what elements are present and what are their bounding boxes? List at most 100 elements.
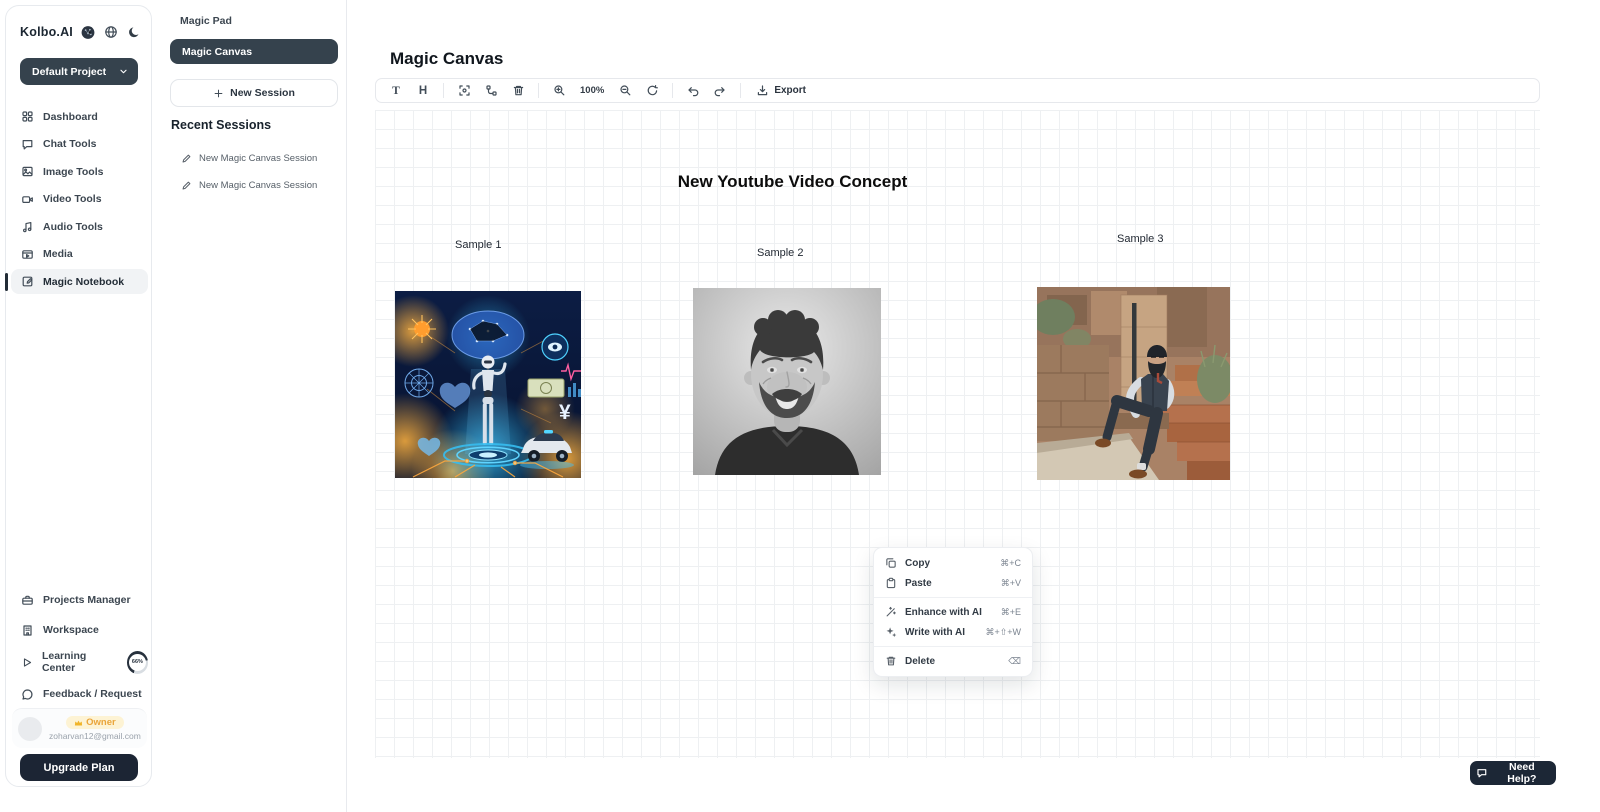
user-email: zoharvan12@gmail.com — [49, 731, 141, 741]
toolbar-divider — [443, 83, 444, 98]
paste-icon — [885, 577, 897, 589]
sidebar-item-dashboard[interactable]: Dashboard — [11, 104, 148, 129]
chat-bubble-icon — [1476, 767, 1488, 779]
sidebar-item-image-tools[interactable]: Image Tools — [11, 159, 148, 184]
globe-icon[interactable] — [103, 24, 119, 40]
zoom-out-button[interactable] — [615, 81, 635, 100]
tab-magic-canvas[interactable]: Magic Canvas — [170, 39, 338, 64]
brand-name: Kolbo.AI — [20, 25, 73, 39]
sidebar-item-label: Media — [43, 248, 73, 260]
upgrade-plan-button[interactable]: Upgrade Plan — [20, 754, 138, 781]
menu-item-shortcut: ⌘+V — [1001, 578, 1021, 589]
trash-icon — [885, 655, 897, 667]
toolbar-divider — [672, 83, 673, 98]
sidebar-item-label: Dashboard — [43, 111, 98, 123]
export-button[interactable]: Export — [751, 84, 811, 97]
sidebar-item-feedback[interactable]: Feedback / Request — [11, 684, 148, 704]
sidebar-item-magic-notebook[interactable]: Magic Notebook — [11, 269, 148, 294]
need-help-button[interactable]: Need Help? — [1470, 761, 1556, 785]
sidebar-item-label: Projects Manager — [43, 594, 131, 606]
role-badge: Owner — [66, 716, 124, 729]
session-item-label: New Magic Canvas Session — [199, 180, 317, 191]
sidebar-item-label: Workspace — [43, 624, 99, 636]
zoom-level-display[interactable]: 100% — [576, 85, 608, 96]
chevron-down-icon — [118, 66, 129, 77]
copy-icon — [885, 557, 897, 569]
notebook-icon — [21, 275, 34, 288]
sidebar-item-learning-center[interactable]: Learning Center 66% — [11, 649, 148, 675]
sidebar-item-projects-manager[interactable]: Projects Manager — [11, 590, 148, 610]
canvas-image-ai-collage[interactable]: ¥ — [395, 291, 581, 478]
canvas-sample-label[interactable]: Sample 1 — [455, 239, 501, 251]
app-window: Kolbo.AI Default Project Dashboard Chat … — [0, 0, 1600, 812]
media-icon — [21, 248, 34, 261]
image-icon — [21, 165, 34, 178]
play-icon — [21, 656, 33, 669]
text-tool-button[interactable]: T — [386, 81, 406, 100]
learning-progress-ring: 66% — [127, 651, 148, 674]
new-session-button[interactable]: New Session — [170, 79, 338, 107]
svg-text:¥: ¥ — [559, 401, 571, 424]
export-label: Export — [774, 85, 806, 96]
menu-item-label: Paste — [905, 578, 932, 589]
zoom-out-icon — [619, 84, 632, 97]
canvas-sample-label[interactable]: Sample 3 — [1117, 233, 1163, 245]
redo-button[interactable] — [710, 81, 730, 100]
role-badge-label: Owner — [86, 717, 116, 728]
brand-logo: Kolbo.AI — [20, 24, 142, 40]
project-selector-label: Default Project — [32, 66, 106, 78]
toolbar-divider — [740, 83, 741, 98]
briefcase-icon — [21, 594, 34, 607]
sidebar-item-media[interactable]: Media — [11, 242, 148, 267]
session-item-label: New Magic Canvas Session — [199, 153, 317, 164]
zoom-in-button[interactable] — [549, 81, 569, 100]
dashboard-icon — [21, 110, 34, 123]
heading-tool-button[interactable]: H — [413, 81, 433, 100]
sidebar-item-label: Magic Notebook — [43, 276, 124, 288]
tab-magic-pad[interactable]: Magic Pad — [180, 15, 232, 27]
sidebar-item-workspace[interactable]: Workspace — [11, 620, 148, 640]
learning-progress-value: 66% — [129, 654, 146, 671]
download-icon — [756, 84, 769, 97]
menu-item-label: Write with AI — [905, 627, 965, 638]
delete-tool-button[interactable] — [508, 81, 528, 100]
sidebar-item-label: Video Tools — [43, 193, 102, 205]
capture-select-button[interactable] — [454, 81, 474, 100]
flow-connector-icon — [485, 84, 498, 97]
context-menu-paste[interactable]: Paste ⌘+V — [874, 573, 1032, 593]
sidebar-item-label: Learning Center — [42, 650, 116, 674]
menu-item-label: Delete — [905, 656, 935, 667]
zoom-in-icon — [553, 84, 566, 97]
capture-icon — [458, 84, 471, 97]
wand-icon — [885, 606, 897, 618]
context-menu-delete[interactable]: Delete ⌫ — [874, 651, 1032, 671]
undo-button[interactable] — [683, 81, 703, 100]
sidebar-item-chat-tools[interactable]: Chat Tools — [11, 132, 148, 157]
context-menu-enhance-ai[interactable]: Enhance with AI ⌘+E — [874, 602, 1032, 622]
canvas-image-man-ruins[interactable] — [1037, 287, 1230, 480]
canvas-sample-label[interactable]: Sample 2 — [757, 247, 803, 259]
menu-divider — [874, 646, 1032, 647]
sidebar-item-audio-tools[interactable]: Audio Tools — [11, 214, 148, 239]
session-list-item[interactable]: New Magic Canvas Session — [181, 177, 341, 193]
crown-icon — [74, 719, 83, 727]
canvas-text-heading[interactable]: New Youtube Video Concept — [615, 172, 970, 192]
context-menu: Copy ⌘+C Paste ⌘+V Enhance with AI ⌘+E W… — [873, 547, 1033, 677]
sidebar-item-label: Image Tools — [43, 166, 103, 178]
sidebar-item-video-tools[interactable]: Video Tools — [11, 187, 148, 212]
pencil-icon — [181, 153, 192, 164]
connector-tool-button[interactable] — [481, 81, 501, 100]
sidebar-item-label: Feedback / Request — [43, 688, 142, 700]
project-selector[interactable]: Default Project — [20, 58, 138, 85]
dark-mode-moon-icon[interactable] — [126, 24, 142, 40]
session-list-item[interactable]: New Magic Canvas Session — [181, 150, 341, 166]
menu-item-label: Copy — [905, 558, 930, 569]
active-item-accent — [5, 273, 8, 291]
video-icon — [21, 193, 34, 206]
context-menu-write-ai[interactable]: Write with AI ⌘+⇧+W — [874, 622, 1032, 642]
canvas-image-portrait[interactable] — [693, 288, 881, 475]
redo-icon — [713, 84, 727, 97]
reset-view-button[interactable] — [642, 81, 662, 100]
user-account-card[interactable]: Owner zoharvan12@gmail.com — [12, 708, 147, 748]
context-menu-copy[interactable]: Copy ⌘+C — [874, 553, 1032, 573]
